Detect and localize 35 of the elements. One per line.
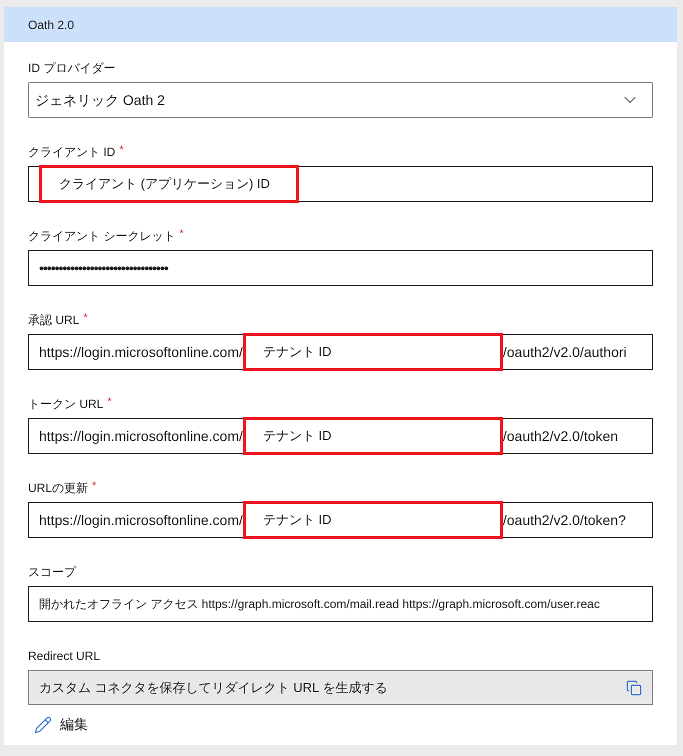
input-field[interactable]: クライアント (アプリケーション) ID <box>28 166 653 202</box>
required-asterisk: * <box>179 228 184 240</box>
required-asterisk: * <box>83 312 88 324</box>
pencil-icon <box>34 716 52 734</box>
input-field[interactable]: 開かれたオフライン アクセス https://graph.microsoft.com/mail.read https://graph.microsoft.com/user.reac <box>28 586 653 622</box>
input-field[interactable]: https://login.microsoftonline.com/ テナント ID /oauth2/v2.0/authori <box>28 334 653 370</box>
input-field[interactable]: https://login.microsoftonline.com/ テナント ID /oauth2/v2.0/token <box>28 418 653 454</box>
field-value-text: https://login.microsoftonline.com/ <box>39 510 243 530</box>
required-asterisk: * <box>107 396 112 408</box>
field-value-text: https://login.microsoftonline.com/ <box>39 342 243 362</box>
password-field[interactable]: ••••••••••••••••••••••••••••••••• <box>28 250 653 286</box>
section-title: Oath 2.0 <box>28 16 74 34</box>
field-value-text: https://login.microsoftonline.com/ <box>39 426 243 446</box>
edit-button[interactable]: 編集 <box>34 714 88 735</box>
field-value-text: カスタム コネクタを保存してリダイレクト URL を生成する <box>39 678 388 697</box>
field-label: 承認 URL <box>28 312 80 328</box>
required-asterisk: * <box>92 480 96 492</box>
field-value-text: /oauth2/v2.0/authori <box>502 342 627 362</box>
copy-icon[interactable] <box>626 678 642 696</box>
field-value-text: /oauth2/v2.0/token? <box>502 510 626 530</box>
dropdown[interactable]: ジェネリック Oath 2 <box>28 82 653 118</box>
highlighted-value: テナント ID <box>242 417 503 455</box>
field-label: クライアント シークレット <box>28 228 176 244</box>
required-asterisk: * <box>119 144 124 156</box>
field-label: スコープ <box>28 564 76 580</box>
field-label: URLの更新 <box>28 480 88 496</box>
highlighted-value: テナント ID <box>242 333 503 371</box>
field-label: トークン URL <box>28 396 104 412</box>
field-value-text: /oauth2/v2.0/token <box>502 426 618 446</box>
field-label: Redirect URL <box>28 648 100 664</box>
input-field[interactable]: https://login.microsoftonline.com/ テナント ID /oauth2/v2.0/token? <box>28 502 653 538</box>
highlighted-value: クライアント (アプリケーション) ID <box>39 165 299 203</box>
field-label: クライアント ID <box>28 144 116 160</box>
highlighted-value: テナント ID <box>242 501 503 539</box>
field-label: ID プロバイダー <box>28 60 116 76</box>
